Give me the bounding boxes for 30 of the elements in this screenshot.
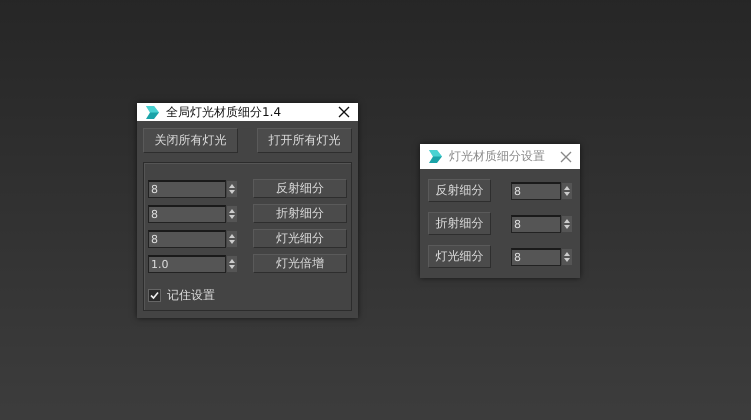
app-logo-icon [428,149,443,164]
app-logo-icon [145,104,160,120]
window-title: 灯光材质细分设置 [449,148,546,165]
setting-button[interactable]: 灯光细分 [428,245,491,268]
spinner-arrows-icon[interactable] [227,180,237,196]
number-field[interactable]: 8 [148,230,226,248]
checkbox[interactable] [148,289,161,302]
spinner-arrows-icon[interactable] [562,182,572,198]
setting-button[interactable]: 折射细分 [428,212,491,235]
toggle-lights-button[interactable]: 关闭所有灯光 [143,128,238,153]
toggle-lights-button[interactable]: 打开所有灯光 [257,128,352,153]
apply-button[interactable]: 反射细分 [253,179,347,198]
number-field[interactable]: 8 [511,248,561,266]
spinner-arrows-icon[interactable] [227,206,237,222]
close-icon[interactable] [338,106,350,118]
number-field[interactable]: 8 [511,214,561,232]
number-field[interactable]: 8 [148,180,226,198]
spinner-arrows-icon[interactable] [562,248,572,264]
spinner-arrows-icon[interactable] [227,230,237,246]
number-field[interactable]: 1.0 [148,254,226,272]
window-title: 全局灯光材质细分1.4 [166,104,282,120]
number-field[interactable]: 8 [148,204,226,222]
checkbox-label: 记住设置 [167,287,215,304]
spinner-arrows-icon[interactable] [227,256,237,272]
apply-button[interactable]: 折射细分 [253,204,347,223]
spinner-arrows-icon[interactable] [562,216,572,232]
setting-button[interactable]: 反射细分 [428,179,491,202]
apply-button[interactable]: 灯光倍增 [253,254,347,273]
number-field[interactable]: 8 [511,182,561,200]
apply-button[interactable]: 灯光细分 [253,229,347,248]
